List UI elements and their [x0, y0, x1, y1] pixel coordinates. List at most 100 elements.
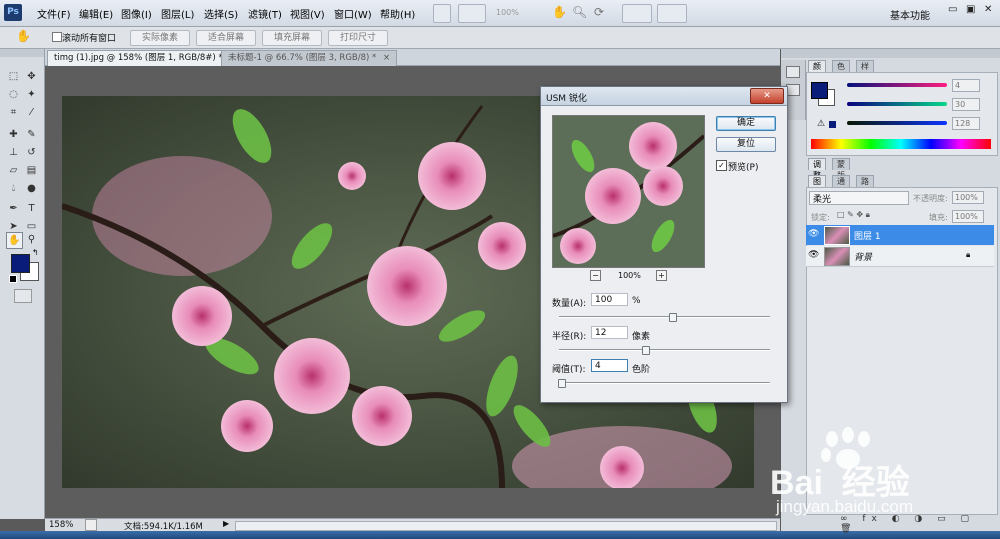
- actions-panel-icon[interactable]: [786, 84, 800, 96]
- screen-mode-button[interactable]: [657, 4, 687, 23]
- blend-mode-select[interactable]: 柔光: [809, 191, 909, 205]
- visibility-eye-icon[interactable]: 👁︎: [808, 250, 819, 260]
- amount-input[interactable]: 100: [591, 293, 628, 306]
- eraser-tool-icon[interactable]: ▱: [6, 163, 21, 178]
- menu-window[interactable]: 窗口(W): [334, 6, 372, 21]
- marquee-tool-icon[interactable]: ⬚: [6, 69, 21, 84]
- lasso-tool-icon[interactable]: ◌: [6, 87, 21, 102]
- default-colors-icon[interactable]: [9, 275, 17, 283]
- move-tool-icon[interactable]: ✥: [24, 69, 39, 84]
- color-foreground-swatch[interactable]: [811, 82, 828, 99]
- threshold-slider-thumb[interactable]: [558, 379, 566, 388]
- zoom-tool-icon[interactable]: 🔍︎: [572, 5, 587, 19]
- visibility-eye-icon[interactable]: 👁︎: [808, 229, 819, 239]
- zoom-percentage-field[interactable]: 158%: [49, 520, 73, 530]
- preview-zoom-in-button[interactable]: +: [656, 270, 667, 281]
- color-spectrum-ramp[interactable]: [811, 139, 991, 149]
- radius-slider-thumb[interactable]: [642, 346, 650, 355]
- menu-edit[interactable]: 编辑(E): [79, 6, 113, 21]
- brush-tool-icon[interactable]: ✎: [24, 127, 39, 142]
- preview-checkbox[interactable]: ✓: [716, 160, 727, 171]
- blur-tool-icon[interactable]: 💧︎: [6, 181, 21, 196]
- magic-wand-tool-icon[interactable]: ✦: [24, 87, 39, 102]
- close-icon[interactable]: ✕: [984, 4, 992, 15]
- lock-icons[interactable]: □ ✎ ✥ 🔒︎: [837, 210, 870, 220]
- hand-tool-icon[interactable]: ✋: [552, 5, 567, 19]
- fill-screen-button[interactable]: 填充屏幕: [262, 30, 322, 46]
- tab-styles[interactable]: 样式: [856, 60, 874, 82]
- opacity-field[interactable]: 100%: [952, 191, 984, 204]
- red-value-field[interactable]: 4: [952, 79, 980, 92]
- dodge-tool-icon[interactable]: ●: [24, 181, 39, 196]
- radius-input[interactable]: 12: [591, 326, 628, 339]
- zoom-level-display[interactable]: 100%: [496, 8, 519, 17]
- tab-timg[interactable]: timg (1).jpg @ 158% (图层 1, RGB/8#) * ×: [47, 50, 244, 66]
- status-arrow-icon[interactable]: ▶: [223, 519, 229, 528]
- tab-adjustments[interactable]: 调整: [808, 158, 826, 180]
- fit-screen-button[interactable]: 适合屏幕: [196, 30, 256, 46]
- menu-filter[interactable]: 滤镜(T): [248, 6, 282, 21]
- tab-untitled[interactable]: 未标题-1 @ 66.7% (图层 3, RGB/8) * ×: [221, 50, 398, 66]
- type-tool-icon[interactable]: T: [24, 201, 39, 216]
- eyedropper-tool-icon[interactable]: ⁄: [24, 105, 39, 120]
- restore-icon[interactable]: ▣: [966, 4, 975, 15]
- quick-mask-button[interactable]: [14, 289, 32, 303]
- print-size-button[interactable]: 打印尺寸: [328, 30, 388, 46]
- swap-colors-icon[interactable]: ↰: [32, 248, 39, 257]
- menu-layer[interactable]: 图层(L): [161, 6, 194, 21]
- reset-button[interactable]: 复位: [716, 137, 776, 152]
- tab-channels[interactable]: 通道: [832, 175, 850, 197]
- horizontal-scrollbar[interactable]: [235, 521, 777, 531]
- tab-masks[interactable]: 蒙版: [832, 158, 850, 180]
- arrange-documents-button[interactable]: [622, 4, 652, 23]
- amount-slider-thumb[interactable]: [669, 313, 677, 322]
- crop-tool-icon[interactable]: ⌗: [6, 105, 21, 120]
- gamut-warning-icon[interactable]: ⚠: [817, 119, 825, 129]
- hand-tool-preset-icon[interactable]: ✋: [16, 29, 31, 43]
- blue-slider[interactable]: [847, 121, 947, 125]
- tab-color[interactable]: 颜色: [808, 60, 826, 82]
- dialog-titlebar[interactable]: USM 锐化 ✕: [541, 87, 787, 106]
- menu-help[interactable]: 帮助(H): [380, 6, 415, 21]
- preview-zoom-out-button[interactable]: −: [590, 270, 601, 281]
- clone-stamp-tool-icon[interactable]: ⊥: [6, 145, 21, 160]
- threshold-slider-track[interactable]: [559, 382, 770, 384]
- ok-button[interactable]: 确定: [716, 116, 776, 131]
- foreground-color-swatch[interactable]: [11, 254, 30, 273]
- red-slider[interactable]: [847, 83, 947, 87]
- history-panel-icon[interactable]: [786, 66, 800, 78]
- tab-swatches[interactable]: 色板: [832, 60, 850, 82]
- panel-dock-header[interactable]: [781, 49, 1000, 58]
- tab-paths[interactable]: 路径: [856, 175, 874, 197]
- layer-name[interactable]: 背景: [854, 250, 872, 263]
- rotate-view-icon[interactable]: ⟳: [594, 5, 604, 19]
- dialog-close-button[interactable]: ✕: [750, 88, 784, 104]
- status-menu-icon[interactable]: [85, 519, 97, 531]
- tab-layers[interactable]: 图层: [808, 175, 826, 197]
- history-brush-tool-icon[interactable]: ↺: [24, 145, 39, 160]
- actual-pixels-button[interactable]: 实际像素: [130, 30, 190, 46]
- layer-row-background[interactable]: 👁︎ 背景 🔒︎: [806, 246, 994, 267]
- menu-select[interactable]: 选择(S): [204, 6, 238, 21]
- zoom-tool-icon-panel[interactable]: ⚲: [24, 232, 39, 247]
- tools-panel-header[interactable]: [0, 49, 44, 57]
- gamut-color-swatch[interactable]: [829, 121, 836, 128]
- blue-value-field[interactable]: 128: [952, 117, 980, 130]
- workspace-switcher[interactable]: 基本功能: [890, 7, 930, 22]
- view-extras-button[interactable]: [458, 4, 486, 23]
- green-value-field[interactable]: 30: [952, 98, 980, 111]
- green-slider[interactable]: [847, 102, 947, 106]
- scroll-all-windows-checkbox[interactable]: [52, 32, 62, 42]
- radius-slider-track[interactable]: [559, 349, 770, 351]
- healing-brush-tool-icon[interactable]: ✚: [6, 127, 21, 142]
- gradient-tool-icon[interactable]: ▤: [24, 163, 39, 178]
- tab-close-icon[interactable]: ×: [383, 53, 390, 63]
- bridge-button[interactable]: [433, 4, 451, 23]
- layer-row-1[interactable]: 👁︎ 图层 1: [806, 225, 994, 245]
- minimize-icon[interactable]: ▭: [948, 4, 957, 15]
- preview-window[interactable]: [552, 115, 705, 268]
- menu-image[interactable]: 图像(I): [121, 6, 152, 21]
- amount-slider-track[interactable]: [559, 316, 770, 318]
- hand-tool-icon-active[interactable]: ✋: [6, 232, 23, 249]
- menu-view[interactable]: 视图(V): [290, 6, 325, 21]
